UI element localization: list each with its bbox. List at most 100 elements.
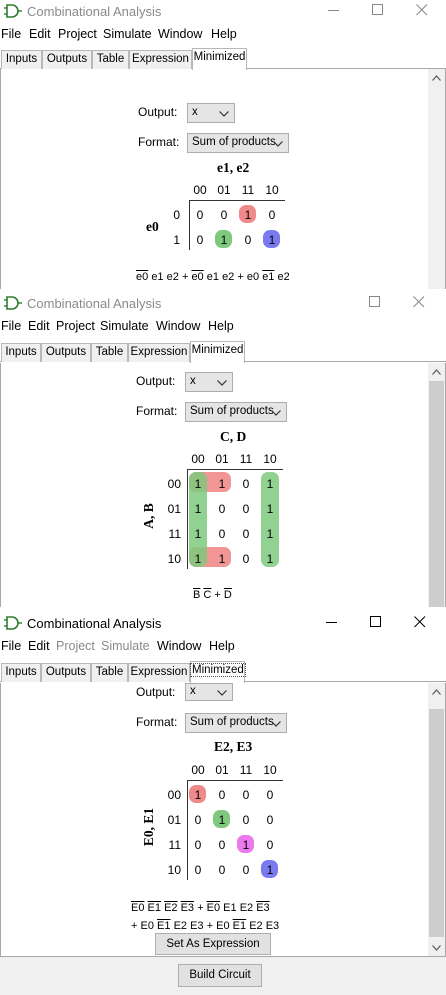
kmap-cell[interactable]: 0	[258, 838, 282, 852]
tab-expression[interactable]: Expression	[128, 663, 190, 682]
tab-table[interactable]: Table	[91, 343, 128, 362]
kmap-cell[interactable]: 0	[212, 208, 236, 222]
maximize-button[interactable]	[357, 612, 397, 634]
kmap-cell[interactable]: 1	[210, 552, 234, 566]
kmap-cell[interactable]: 1	[186, 788, 210, 802]
kmap-cell[interactable]: 0	[234, 863, 258, 877]
tab-minimized[interactable]: Minimized	[190, 341, 245, 363]
kmap-cell[interactable]: 1	[260, 233, 284, 247]
format-select[interactable]: Sum of products	[185, 402, 287, 422]
kmap-cell[interactable]: 0	[210, 838, 234, 852]
kmap-cell[interactable]: 1	[186, 527, 210, 541]
tab-expression[interactable]: Expression	[128, 343, 190, 362]
tab-inputs[interactable]: Inputs	[1, 343, 41, 362]
kmap-cell[interactable]: 0	[210, 502, 234, 516]
kmap-cell[interactable]: 0	[234, 552, 258, 566]
kmap-cell[interactable]: 1	[258, 552, 282, 566]
tab-inputs[interactable]: Inputs	[1, 663, 41, 682]
title-bar[interactable]: Combinational Analysis	[0, 612, 446, 636]
menu-window[interactable]: Window	[158, 27, 202, 41]
build-circuit-button[interactable]: Build Circuit	[178, 964, 262, 987]
menu-project[interactable]: Project	[56, 639, 95, 653]
kmap-cell[interactable]: 1	[186, 552, 210, 566]
vertical-scrollbar[interactable]	[428, 363, 445, 607]
vertical-scrollbar[interactable]	[428, 69, 445, 289]
menu-help[interactable]: Help	[208, 319, 234, 333]
kmap-cell[interactable]: 0	[188, 233, 212, 247]
kmap-cell[interactable]: 1	[258, 502, 282, 516]
menu-simulate[interactable]: Simulate	[100, 319, 149, 333]
kmap-cell[interactable]: 0	[234, 813, 258, 827]
scroll-down-icon[interactable]	[432, 945, 441, 951]
close-button[interactable]	[403, 0, 443, 22]
kmap-cell[interactable]: 1	[210, 477, 234, 491]
kmap-cell[interactable]: 0	[210, 788, 234, 802]
kmap-cell[interactable]: 0	[234, 527, 258, 541]
kmap-cell[interactable]: 0	[186, 863, 210, 877]
kmap-cell[interactable]: 0	[260, 208, 284, 222]
output-select[interactable]: x	[185, 372, 233, 392]
kmap-cell[interactable]: 0	[210, 863, 234, 877]
kmap-cell[interactable]: 1	[258, 863, 282, 877]
set-as-expression-button[interactable]: Set As Expression	[155, 933, 271, 955]
menu-simulate[interactable]: Simulate	[103, 27, 152, 41]
tab-table[interactable]: Table	[92, 50, 129, 69]
kmap-cell[interactable]: 0	[234, 477, 258, 491]
maximize-button[interactable]	[359, 0, 399, 22]
minimize-button[interactable]	[313, 612, 353, 634]
kmap-cell[interactable]: 1	[234, 838, 258, 852]
kmap-cell[interactable]: 1	[258, 527, 282, 541]
kmap-cell[interactable]: 1	[258, 477, 282, 491]
kmap-cell[interactable]: 1	[186, 477, 210, 491]
minimize-button[interactable]	[315, 0, 355, 22]
format-select[interactable]: Sum of products	[187, 133, 289, 153]
menu-window[interactable]: Window	[157, 639, 201, 653]
tab-inputs[interactable]: Inputs	[1, 50, 42, 69]
kmap-cell[interactable]: 0	[258, 813, 282, 827]
tab-outputs[interactable]: Outputs	[42, 50, 92, 69]
kmap-cell[interactable]: 0	[186, 838, 210, 852]
tab-minimized[interactable]: Minimized	[192, 48, 247, 70]
title-bar[interactable]: Combinational Analysis	[0, 0, 446, 24]
kmap-cell[interactable]: 1	[212, 233, 236, 247]
kmap-cell[interactable]: 0	[210, 527, 234, 541]
output-select[interactable]: x	[187, 103, 235, 123]
scroll-up-icon[interactable]	[432, 369, 441, 375]
vertical-scrollbar[interactable]	[428, 683, 445, 956]
kmap-cell[interactable]: 0	[234, 788, 258, 802]
scroll-thumb[interactable]	[429, 381, 444, 607]
kmap-cell[interactable]: 1	[186, 502, 210, 516]
output-select[interactable]: x	[185, 683, 233, 701]
kmap-cell[interactable]: 0	[236, 233, 260, 247]
scroll-up-icon[interactable]	[432, 689, 441, 695]
menu-project[interactable]: Project	[56, 319, 95, 333]
kmap-cell[interactable]: 1	[210, 813, 234, 827]
tab-expression[interactable]: Expression	[129, 50, 192, 69]
close-button[interactable]	[401, 612, 441, 634]
scroll-up-icon[interactable]	[432, 75, 441, 81]
kmap-cell[interactable]: 0	[188, 208, 212, 222]
menu-window[interactable]: Window	[156, 319, 200, 333]
kmap-cell[interactable]: 1	[236, 208, 260, 222]
menu-edit[interactable]: Edit	[28, 639, 50, 653]
menu-file[interactable]: File	[1, 319, 21, 333]
kmap-cell[interactable]: 0	[234, 502, 258, 516]
menu-project[interactable]: Project	[58, 27, 97, 41]
menu-file[interactable]: File	[1, 27, 21, 41]
scroll-thumb[interactable]	[429, 709, 444, 937]
tab-minimized[interactable]: Minimized	[190, 661, 246, 683]
maximize-button[interactable]	[356, 292, 396, 314]
menu-file[interactable]: File	[1, 639, 21, 653]
menu-help[interactable]: Help	[211, 27, 237, 41]
menu-edit[interactable]: Edit	[28, 319, 50, 333]
title-bar[interactable]: Combinational Analysis	[0, 292, 446, 316]
close-button[interactable]	[400, 292, 440, 314]
menu-edit[interactable]: Edit	[29, 27, 51, 41]
menu-help[interactable]: Help	[209, 639, 235, 653]
kmap-cell[interactable]: 0	[186, 813, 210, 827]
menu-simulate[interactable]: Simulate	[101, 639, 150, 653]
format-select[interactable]: Sum of products	[185, 713, 287, 733]
tab-outputs[interactable]: Outputs	[41, 343, 91, 362]
tab-table[interactable]: Table	[91, 663, 128, 682]
kmap-cell[interactable]: 0	[258, 788, 282, 802]
